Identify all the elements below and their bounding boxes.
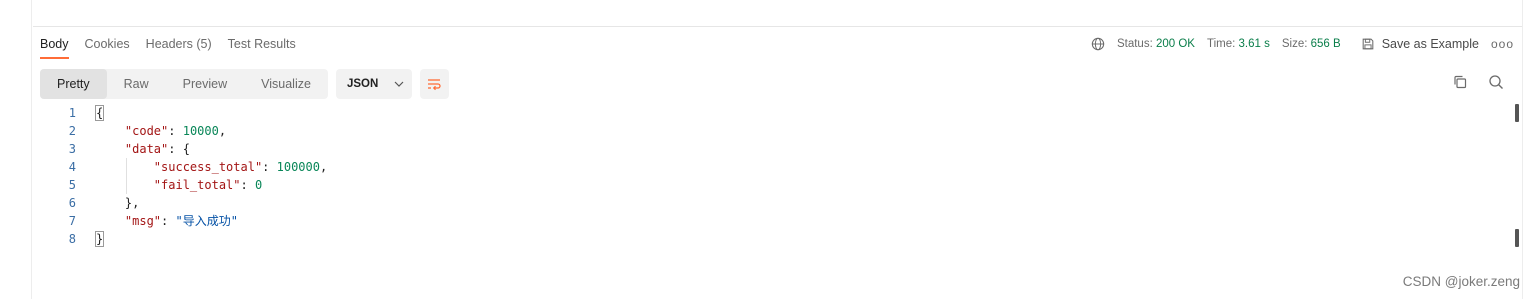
scrollbar-marker-top[interactable] <box>1515 104 1519 122</box>
response-body-editor[interactable]: 1 { 2 "code": 10000, 3 "data": { 4 "succ… <box>40 104 327 248</box>
code-line: 6 }, <box>40 194 327 212</box>
json-value-success-total: 100000 <box>276 160 320 174</box>
status-readout[interactable]: Status: 200 OK <box>1117 38 1195 50</box>
json-value-fail-total: 0 <box>254 178 263 192</box>
chevron-down-icon <box>394 81 404 87</box>
size-readout[interactable]: Size: 656 B <box>1282 38 1341 50</box>
response-toolbar: Pretty Raw Preview Visualize JSON <box>40 68 449 99</box>
view-preview[interactable]: Preview <box>166 69 244 99</box>
left-gutter <box>0 0 32 299</box>
status-label: Status: <box>1116 38 1153 50</box>
code-line: 8 } <box>40 230 327 248</box>
code-line: 2 "code": 10000, <box>40 122 327 140</box>
view-raw[interactable]: Raw <box>107 69 166 99</box>
more-options-icon[interactable]: ooo <box>1491 37 1514 51</box>
line-number: 1 <box>68 106 76 120</box>
tab-test-results[interactable]: Test Results <box>228 28 296 60</box>
save-icon <box>1362 38 1374 50</box>
time-label: Time: <box>1206 38 1236 50</box>
request-pane-edge <box>33 0 1522 27</box>
save-as-example-label: Save as Example <box>1381 37 1479 51</box>
response-tools <box>1452 74 1504 90</box>
globe-icon[interactable] <box>1091 37 1105 51</box>
watermark: CSDN @joker.zeng <box>1402 274 1520 289</box>
code-line: 5 "fail_total": 0 <box>40 176 327 194</box>
scrollbar-marker-bottom[interactable] <box>1515 229 1519 247</box>
code-line: 3 "data": { <box>40 140 327 158</box>
format-select-value: JSON <box>346 77 379 90</box>
tab-headers[interactable]: Headers (5) <box>146 28 212 60</box>
json-key-data: "data" <box>124 142 169 156</box>
line-number: 4 <box>68 160 76 174</box>
time-value: 3.61 s <box>1238 38 1270 50</box>
json-value-code: 10000 <box>182 124 219 138</box>
line-number: 2 <box>68 124 76 138</box>
json-key-msg: "msg" <box>124 214 162 228</box>
copy-icon[interactable] <box>1452 74 1468 90</box>
response-tabs: Body Cookies Headers (5) Test Results <box>40 28 296 60</box>
tab-body[interactable]: Body <box>40 28 69 60</box>
wrap-lines-icon <box>428 78 442 90</box>
view-pretty[interactable]: Pretty <box>40 68 107 99</box>
line-number: 5 <box>68 178 76 192</box>
view-visualize[interactable]: Visualize <box>244 69 328 99</box>
time-readout[interactable]: Time: 3.61 s <box>1207 38 1270 50</box>
line-number: 7 <box>68 214 76 228</box>
search-icon[interactable] <box>1488 74 1504 90</box>
code-line: 7 "msg": "导入成功" <box>40 212 327 230</box>
response-meta: Status: 200 OK Time: 3.61 s Size: 656 B … <box>1091 28 1514 60</box>
json-data-close: }, <box>124 196 140 210</box>
indent-guide <box>126 158 127 194</box>
tab-cookies[interactable]: Cookies <box>85 28 130 60</box>
json-key-success-total: "success_total" <box>153 160 263 174</box>
format-select[interactable]: JSON <box>335 68 412 99</box>
code-line: 1 { <box>40 104 327 122</box>
json-key-fail-total: "fail_total" <box>153 178 241 192</box>
line-number: 6 <box>68 196 76 210</box>
json-key-code: "code" <box>124 124 169 138</box>
status-value: 200 OK <box>1155 38 1195 50</box>
view-mode-segment: Pretty Raw Preview Visualize <box>40 68 328 99</box>
json-open-brace: { <box>94 105 105 121</box>
right-gutter <box>1522 0 1536 299</box>
size-value: 656 B <box>1310 38 1341 50</box>
save-as-example-button[interactable]: Save as Example <box>1361 37 1479 51</box>
line-number: 3 <box>68 142 76 156</box>
wrap-lines-button[interactable] <box>419 68 449 99</box>
json-close-brace: } <box>94 231 105 247</box>
size-label: Size: <box>1281 38 1308 50</box>
code-line: 4 "success_total": 100000, <box>40 158 327 176</box>
line-number: 8 <box>68 232 76 246</box>
json-value-msg: "导入成功" <box>175 214 238 228</box>
